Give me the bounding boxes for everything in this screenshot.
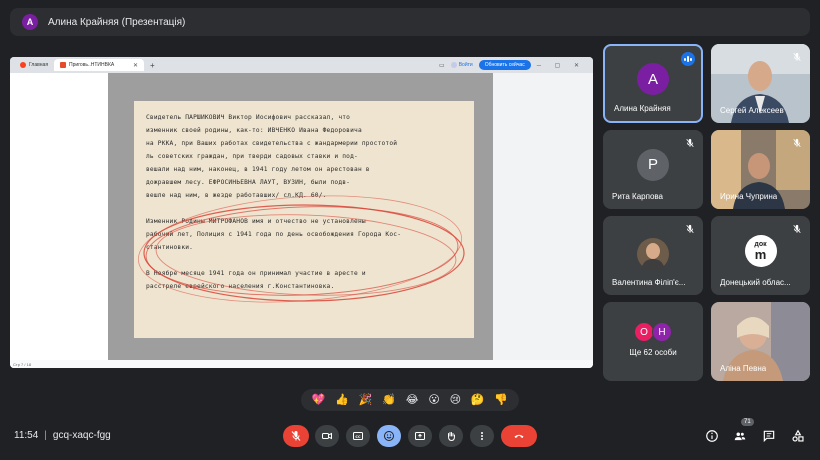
reaction-sad[interactable]: 😢 bbox=[450, 394, 461, 406]
reactions-bar: 💖 👍 🎉 👏 😂 😮 😢 🤔 👎 bbox=[301, 389, 519, 411]
screen-icon: ▭ bbox=[439, 62, 445, 69]
browser-signin: Войти bbox=[450, 62, 473, 68]
participant-name: Донецький облас... bbox=[720, 278, 791, 287]
reaction-thumbs-down[interactable]: 👎 bbox=[494, 394, 508, 406]
avatar: H bbox=[652, 322, 672, 343]
browser-tab-label: Приговь..НТИНВКА bbox=[69, 62, 115, 68]
svg-text:CC: CC bbox=[355, 435, 361, 439]
participant-name: Валентина Філіп'є... bbox=[612, 278, 686, 287]
close-icon: ✕ bbox=[133, 62, 139, 69]
present-screen-icon bbox=[415, 432, 425, 440]
meeting-code: gcq-xaqc-fgg bbox=[52, 430, 111, 441]
participant-tile-alina-krainyaya[interactable]: A Алина Крайняя bbox=[603, 44, 703, 123]
participant-tile-alina-pevna[interactable]: Аліна Певна bbox=[711, 302, 810, 381]
reaction-surprised[interactable]: 😮 bbox=[428, 394, 439, 406]
more-participants-tile[interactable]: O H Ще 62 особи bbox=[603, 302, 703, 381]
captions-button[interactable]: CC bbox=[346, 425, 370, 447]
more-vert-icon bbox=[481, 432, 483, 440]
mic-off-icon bbox=[790, 136, 804, 150]
participant-tile-rita-karpova[interactable]: P Рита Карпова bbox=[603, 130, 703, 209]
info-icon bbox=[706, 430, 718, 442]
people-button[interactable] bbox=[732, 428, 748, 444]
reaction-sparkling-heart[interactable]: 💖 bbox=[312, 394, 326, 406]
participant-name: Сергей Алексеев bbox=[720, 106, 784, 115]
reaction-laughing[interactable]: 😂 bbox=[406, 394, 419, 406]
reaction-party-popper[interactable]: 🎉 bbox=[359, 394, 373, 406]
presenter-avatar: A bbox=[22, 14, 38, 30]
mic-off-icon bbox=[291, 431, 301, 441]
leave-call-button[interactable] bbox=[501, 425, 537, 447]
participant-tile-valentina[interactable]: Валентина Філіп'є... bbox=[603, 216, 703, 295]
reaction-clapping[interactable]: 👏 bbox=[382, 394, 396, 406]
activities-button[interactable] bbox=[790, 428, 806, 444]
camera-button[interactable] bbox=[315, 425, 339, 447]
shared-screen: Главная Приговь..НТИНВКА ✕ + ▭ Войти Обн… bbox=[10, 57, 593, 368]
viewer-left-panel bbox=[10, 73, 108, 368]
window-controls: ─ ▢ ✕ bbox=[536, 62, 585, 69]
emoji-button[interactable] bbox=[377, 425, 401, 447]
avatar: A bbox=[637, 63, 669, 95]
participant-tile-sergey-alekseev[interactable]: Сергей Алексеев bbox=[711, 44, 810, 123]
activities-icon bbox=[792, 429, 804, 442]
avatar: O bbox=[634, 322, 654, 343]
mic-off-icon bbox=[790, 222, 804, 236]
more-participants-label: Ще 62 особи bbox=[629, 347, 677, 357]
participant-name: Рита Карпова bbox=[612, 192, 663, 201]
browser-tab-strip: Главная Приговь..НТИНВКА ✕ + ▭ Войти Обн… bbox=[10, 57, 593, 73]
present-button[interactable] bbox=[408, 425, 432, 447]
more-options-button[interactable] bbox=[470, 425, 494, 447]
document-viewer: Свидетель ПАРШИКОВИЧ Виктор Иосифович ра… bbox=[108, 73, 493, 360]
avatar bbox=[637, 238, 669, 270]
more-participants-avatars: O H bbox=[634, 322, 672, 343]
chat-icon bbox=[763, 430, 775, 443]
reaction-thumbs-up[interactable]: 👍 bbox=[335, 394, 349, 406]
hand-icon bbox=[448, 432, 455, 442]
user-icon bbox=[450, 62, 457, 68]
participant-tile-irina-chuprina[interactable]: Ирина Чуприна bbox=[711, 130, 810, 209]
participants-count-badge: 71 bbox=[741, 418, 754, 426]
meeting-details-button[interactable] bbox=[704, 428, 720, 444]
participant-name: Аліна Певна bbox=[720, 364, 767, 373]
red-circle-annotation bbox=[137, 195, 465, 303]
captions-icon: CC bbox=[353, 432, 363, 440]
archive-document: Свидетель ПАРШИКОВИЧ Виктор Иосифович ра… bbox=[134, 101, 474, 338]
meeting-info: 11:54 | gcq-xaqc-fgg bbox=[14, 430, 111, 441]
participant-name: Алина Крайняя bbox=[614, 104, 671, 113]
browser-tab-home: Главная bbox=[14, 59, 54, 71]
people-icon bbox=[734, 432, 746, 441]
browser-update-button: Обновить сейчас bbox=[478, 60, 531, 70]
raise-hand-button[interactable] bbox=[439, 425, 463, 447]
participant-tile-donetsk-regional[interactable]: док m Донецький облас... bbox=[711, 216, 810, 295]
avatar: P bbox=[637, 148, 669, 181]
clock-time: 11:54 bbox=[14, 430, 39, 441]
browser-tab-document: Приговь..НТИНВКА ✕ bbox=[54, 59, 145, 71]
document-icon bbox=[60, 62, 67, 68]
mic-off-icon bbox=[790, 50, 804, 64]
camera-icon bbox=[322, 432, 332, 440]
emoji-icon bbox=[384, 431, 394, 441]
microphone-button[interactable] bbox=[283, 425, 309, 447]
hang-up-icon bbox=[514, 434, 524, 438]
new-tab-icon: + bbox=[150, 60, 155, 70]
chat-button[interactable] bbox=[761, 428, 777, 444]
mic-off-icon bbox=[683, 222, 697, 236]
organization-logo: док m bbox=[744, 234, 777, 267]
reaction-thinking[interactable]: 🤔 bbox=[471, 394, 485, 406]
participant-name: Ирина Чуприна bbox=[720, 192, 778, 201]
yandex-icon bbox=[20, 62, 26, 68]
browser-tab-label: Главная bbox=[29, 62, 49, 68]
speaking-indicator-icon bbox=[681, 52, 695, 66]
viewer-status-bar: Стр 7 / 18 bbox=[10, 360, 593, 368]
presentation-bar: A Алина Крайняя (Презентація) bbox=[10, 8, 810, 36]
presentation-title: Алина Крайняя (Презентація) bbox=[48, 16, 186, 28]
mic-off-icon bbox=[683, 136, 697, 150]
